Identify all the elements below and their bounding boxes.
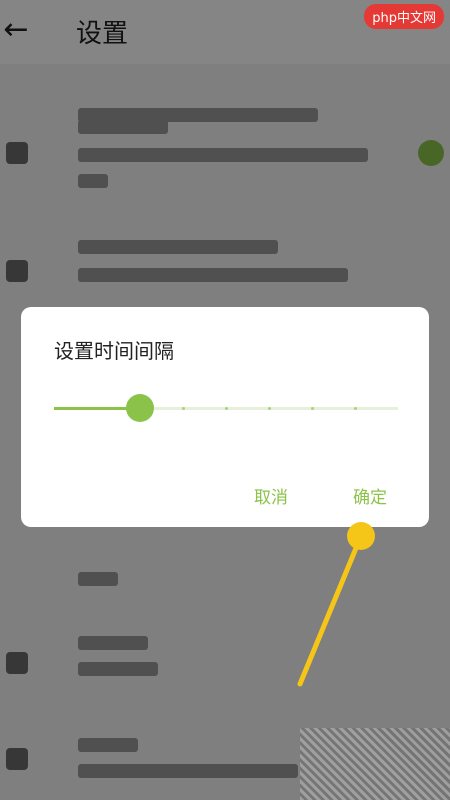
pointer-line — [297, 533, 364, 687]
pointer-dot-icon — [347, 522, 375, 550]
tap-pointer — [297, 522, 375, 687]
